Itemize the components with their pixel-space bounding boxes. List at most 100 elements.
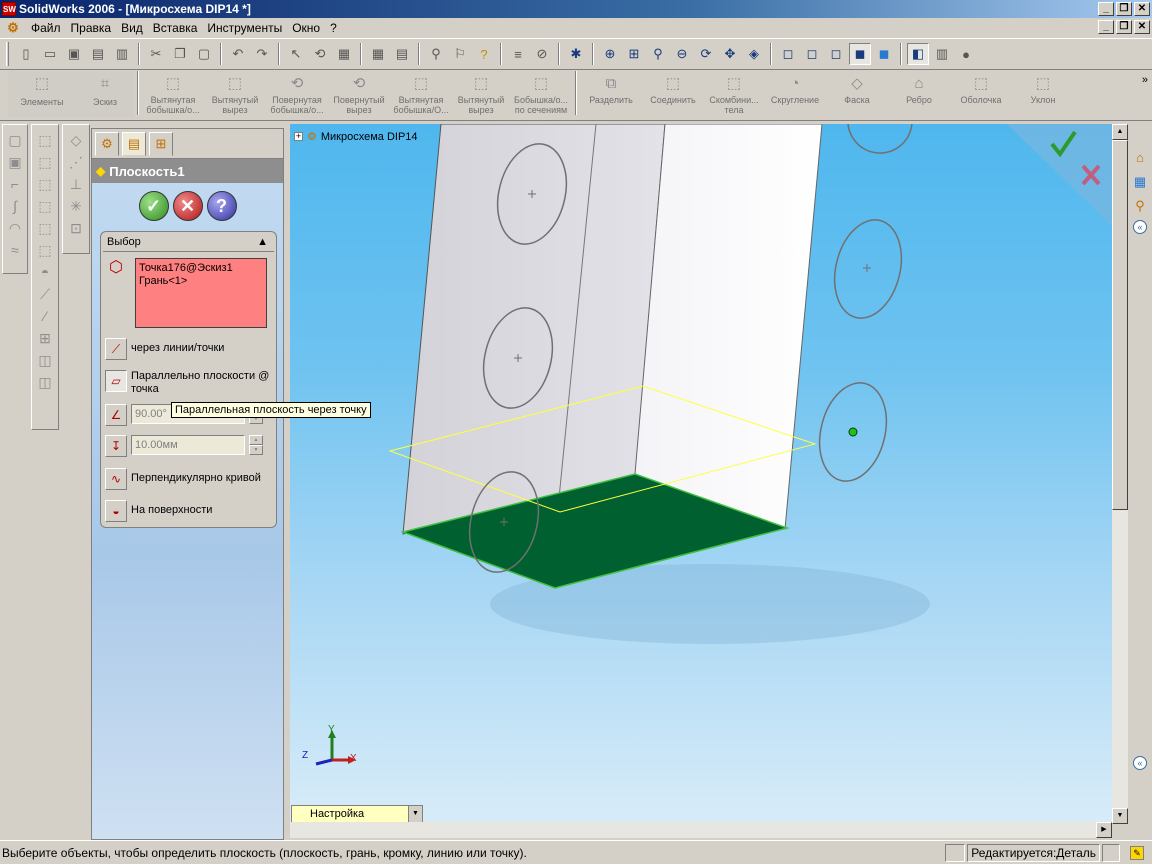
rebuild-icon[interactable]: ⟲ [309, 43, 331, 65]
file-explorer-icon[interactable]: ⚲ [1130, 196, 1150, 216]
sketch-slot-icon[interactable]: ▣ [6, 153, 24, 171]
loft-feature-icon[interactable]: ⬚ [36, 219, 54, 237]
perpendicular-option[interactable]: ∿ Перпендикулярно кривой [105, 468, 275, 490]
shadows-icon[interactable]: ◧ [907, 43, 929, 65]
cancel-button[interactable]: ✕ [172, 191, 203, 221]
save-icon[interactable]: ▣ [63, 43, 85, 65]
collapse-arrow-icon[interactable]: ▲ [257, 236, 268, 248]
vertical-scrollbar[interactable]: ▲ ▼ [1112, 124, 1128, 824]
menu-tools[interactable]: Инструменты [202, 19, 287, 37]
on-surface-icon[interactable]: ◒ [105, 500, 127, 522]
feature-button-split[interactable]: ⧉ Разделить [580, 71, 642, 105]
configuration-dropdown[interactable]: Настройка ▼ [291, 805, 423, 823]
toolbar-grip[interactable] [6, 42, 9, 66]
doc-restore-button[interactable]: ❐ [1116, 20, 1132, 34]
configuration-manager-tab-icon[interactable]: ⊞ [149, 132, 173, 156]
menu-window[interactable]: Окно [287, 19, 325, 37]
help-icon[interactable]: ? [473, 43, 495, 65]
view-orientation-icon[interactable]: ◈ [743, 43, 765, 65]
feature-button-shell[interactable]: ⬚ Оболочка [950, 71, 1012, 105]
solidworks-logo-icon[interactable]: ⚙ [4, 20, 22, 36]
copy-icon[interactable]: ❐ [169, 43, 191, 65]
doc-close-button[interactable]: ✕ [1134, 20, 1150, 34]
through-lines-icon[interactable]: ⟋ [105, 338, 127, 360]
sketch-rect-icon[interactable]: ▢ [6, 131, 24, 149]
ok-button[interactable]: ✓ [138, 191, 169, 221]
axis-icon[interactable]: ⋰ [67, 153, 85, 171]
sketch-trim-icon[interactable]: ≈ [6, 241, 24, 259]
feature-button-join[interactable]: ⬚ Соединить [642, 71, 704, 105]
perpendicular-icon[interactable]: ∿ [105, 468, 127, 490]
collapse-task-pane-icon[interactable]: « [1133, 756, 1147, 770]
zoom-selection-icon[interactable]: ⊖ [671, 43, 693, 65]
cut-icon[interactable]: ✂ [145, 43, 167, 65]
select-arrow-icon[interactable]: ↖ [285, 43, 307, 65]
new-document-icon[interactable]: ▯ [15, 43, 37, 65]
scroll-right-icon[interactable]: ▶ [1096, 822, 1112, 838]
sketch-line-icon[interactable]: ⌐ [6, 175, 24, 193]
grid-icon[interactable]: ▦ [367, 43, 389, 65]
toolbar-overflow-chevron-icon[interactable]: » [1142, 74, 1148, 86]
feature-button-extruded-boss[interactable]: ⬚ Вытянутая бобышка/о... [142, 71, 204, 115]
body-side-face[interactable] [402, 124, 666, 535]
hidden-lines-visible-icon[interactable]: ◻ [801, 43, 823, 65]
shaded-icon[interactable]: ◼ [873, 43, 895, 65]
close-button[interactable]: ✕ [1134, 2, 1150, 16]
extrude-icon[interactable]: ⬚ [36, 131, 54, 149]
property-manager-tab-icon[interactable]: ▤ [122, 132, 146, 156]
shell-feature-icon[interactable]: ⬚ [36, 241, 54, 259]
zoom-fit-icon[interactable]: ⊕ [599, 43, 621, 65]
equations-icon[interactable]: ≡ [507, 43, 529, 65]
options-icon[interactable]: ▦ [333, 43, 355, 65]
home-icon[interactable]: ⌂ [1130, 148, 1150, 168]
parallel-plane-icon[interactable]: ▱ [105, 370, 127, 392]
dome-icon[interactable]: ◓ [36, 263, 54, 281]
undo-icon[interactable]: ↶ [227, 43, 249, 65]
scroll-up-icon[interactable]: ▲ [1112, 124, 1128, 140]
feature-tree-root[interactable]: + ⚙ Микросхема DIP14 [294, 130, 418, 143]
hidden-lines-removed-icon[interactable]: ◻ [825, 43, 847, 65]
expand-tree-icon[interactable]: + [294, 132, 303, 141]
menu-edit[interactable]: Правка [66, 19, 117, 37]
point-icon[interactable]: ✳ [67, 197, 85, 215]
menu-help[interactable]: ? [325, 19, 342, 37]
sweep-icon[interactable]: ⬚ [36, 197, 54, 215]
zoom-window-icon[interactable]: ⚲ [425, 43, 447, 65]
print-preview-icon[interactable]: ▥ [111, 43, 133, 65]
open-document-icon[interactable]: ▭ [39, 43, 61, 65]
on-surface-option[interactable]: ◒ На поверхности [105, 500, 275, 522]
menu-view[interactable]: Вид [116, 19, 148, 37]
feature-button-rib[interactable]: ⌂ Ребро [888, 71, 950, 105]
feature-button-swept-boss[interactable]: ⬚ Вытянутая бобышка/О... [390, 71, 452, 115]
zoom-area-icon[interactable]: ⊞ [623, 43, 645, 65]
angle-icon[interactable]: ∠ [105, 404, 127, 426]
distance-spinner[interactable]: ▲ ▼ [249, 435, 263, 455]
selection-list[interactable]: Точка176@Эскиз1 Грань<1> [135, 258, 267, 328]
whats-wrong-icon[interactable]: ⚐ [449, 43, 471, 65]
rebuild-status-icon[interactable]: ✎ [1130, 845, 1144, 860]
feature-button-chamfer[interactable]: ◇ Фаска [826, 71, 888, 105]
mirror-icon[interactable]: ◫ [36, 351, 54, 369]
draft-feature-icon[interactable]: ⟋ [36, 285, 54, 303]
sketch-spline-icon[interactable]: ∫ [6, 197, 24, 215]
wireframe-icon[interactable]: ◻ [777, 43, 799, 65]
feature-button-combine[interactable]: ⬚ Скомбини... тела [704, 71, 764, 115]
feature-button-extruded-cut[interactable]: ⬚ Вытянутый вырез [204, 71, 266, 115]
table-icon[interactable]: ▤ [391, 43, 413, 65]
pan-icon[interactable]: ✥ [719, 43, 741, 65]
horizontal-scrollbar[interactable]: ▶ [290, 822, 1112, 838]
scroll-thumb[interactable] [1112, 140, 1128, 510]
expand-task-pane-icon[interactable]: « [1133, 220, 1147, 234]
pattern-icon[interactable]: ⊞ [36, 329, 54, 347]
zoom-in-out-icon[interactable]: ⚲ [647, 43, 669, 65]
feature-button-revolved-boss[interactable]: ⟲ Повернутая бобышка/о... [266, 71, 328, 115]
menu-insert[interactable]: Вставка [148, 19, 203, 37]
design-library-icon[interactable]: ▦ [1130, 172, 1150, 192]
feature-button-loft[interactable]: ⬚ Бобышка/о... по сечениям [510, 71, 572, 115]
revolve-icon[interactable]: ⬚ [36, 175, 54, 193]
model-view[interactable] [290, 124, 1112, 824]
print-icon[interactable]: ▤ [87, 43, 109, 65]
selection-group-header[interactable]: Выбор ▲ [103, 232, 274, 252]
plane-icon[interactable]: ◇ [67, 131, 85, 149]
feature-button-revolved-cut[interactable]: ⟲ Повернутый вырез [328, 71, 390, 115]
